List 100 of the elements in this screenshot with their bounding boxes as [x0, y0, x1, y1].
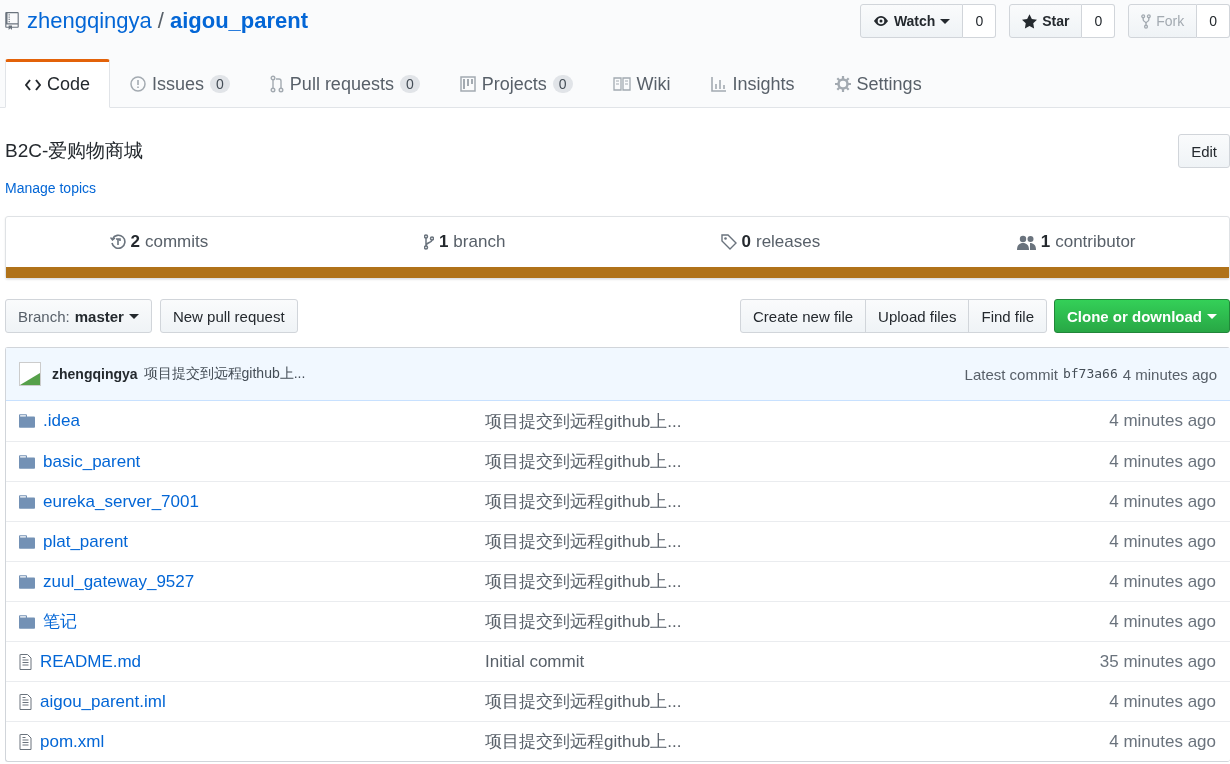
- file-action-button[interactable]: Upload files: [865, 299, 970, 333]
- watch-button[interactable]: Watch: [859, 4, 964, 38]
- owner-link[interactable]: zhengqingya: [27, 8, 152, 34]
- file-name-link[interactable]: plat_parent: [43, 531, 129, 552]
- file-age: 4 minutes ago: [1109, 451, 1216, 472]
- file-row[interactable]: pom.xml 项目提交到远程github上... 4 minutes ago: [6, 721, 1230, 761]
- commit-message-link[interactable]: 项目提交到远程github上...: [485, 730, 1110, 753]
- folder-icon: [19, 454, 35, 469]
- releases-link[interactable]: 0 releases: [617, 217, 924, 267]
- file-age: 4 minutes ago: [1109, 571, 1216, 592]
- commit-message-link[interactable]: 项目提交到远程github上...: [485, 450, 1110, 473]
- commit-message[interactable]: 项目提交到远程github上...: [143, 365, 306, 383]
- commit-message-link[interactable]: 项目提交到远程github上...: [485, 409, 1110, 433]
- path-separator: /: [157, 8, 164, 34]
- people-icon: [1016, 234, 1036, 250]
- commit-message-link[interactable]: 项目提交到远程github上...: [485, 530, 1110, 553]
- watch-count[interactable]: 0: [963, 4, 997, 38]
- file-row[interactable]: zuul_gateway_9527 项目提交到远程github上... 4 minutes ago: [6, 561, 1230, 601]
- contributors-link[interactable]: 1 contributor: [923, 217, 1229, 267]
- file-name-link[interactable]: zuul_gateway_9527: [43, 571, 195, 592]
- file-name-link[interactable]: 笔记: [43, 610, 77, 633]
- folder-icon: [19, 614, 35, 629]
- commit-message-link[interactable]: 项目提交到远程github上...: [485, 690, 1110, 713]
- branch-link[interactable]: 1 branch: [311, 217, 618, 267]
- file-row[interactable]: plat_parent 项目提交到远程github上... 4 minutes ago: [6, 521, 1230, 561]
- insights-tab[interactable]: Insights: [690, 59, 815, 107]
- issue-icon: [130, 76, 147, 92]
- gear-icon: [834, 76, 851, 92]
- branch-icon: [423, 234, 434, 250]
- code-tab[interactable]: Code: [5, 59, 111, 108]
- summary-label: branch: [453, 232, 506, 252]
- new-pull-request-button[interactable]: New pull request: [159, 299, 298, 333]
- branch-select[interactable]: Branch: master: [5, 299, 152, 333]
- file-row[interactable]: 笔记 项目提交到远程github上... 4 minutes ago: [6, 601, 1230, 641]
- summary-count: 1: [438, 232, 449, 252]
- book-icon: [612, 77, 631, 91]
- manage-topics-link[interactable]: Manage topics: [5, 180, 1230, 196]
- file-age: 4 minutes ago: [1109, 691, 1216, 712]
- commits-link[interactable]: 2 commits: [6, 217, 312, 267]
- star-button[interactable]: Star: [1009, 4, 1083, 38]
- folder-icon: [19, 494, 35, 509]
- file-icon: [19, 693, 32, 710]
- file-name-link[interactable]: basic_parent: [43, 451, 141, 472]
- commit-message-link[interactable]: 项目提交到远程github上...: [485, 490, 1110, 513]
- repo-name-link[interactable]: aigou_parent: [169, 8, 309, 34]
- file-age: 4 minutes ago: [1109, 611, 1216, 632]
- tag-icon: [720, 234, 737, 250]
- tab-counter: 0: [399, 75, 420, 93]
- repo-description: B2C-爱购物商城: [5, 139, 144, 163]
- file-name-link[interactable]: README.md: [40, 651, 142, 672]
- wiki-tab[interactable]: Wiki: [592, 59, 691, 107]
- file-row[interactable]: aigou_parent.iml 项目提交到远程github上... 4 minutes ago: [6, 681, 1230, 721]
- file-row[interactable]: README.md Initial commit 35 minutes ago: [6, 641, 1230, 681]
- broken-image-icon: [19, 362, 41, 386]
- summary-label: releases: [755, 232, 821, 252]
- file-age: 4 minutes ago: [1109, 491, 1216, 512]
- pull-request-icon: [269, 75, 284, 93]
- file-name-link[interactable]: aigou_parent.iml: [40, 691, 166, 712]
- board-icon: [459, 76, 476, 92]
- caret-icon: [1207, 313, 1217, 319]
- code-icon: [25, 78, 41, 91]
- projects-tab[interactable]: Projects 0: [439, 59, 593, 107]
- summary-label: commits: [144, 232, 209, 252]
- file-action-button[interactable]: Create new file: [740, 299, 867, 333]
- file-name-link[interactable]: pom.xml: [40, 731, 105, 752]
- file-row[interactable]: basic_parent 项目提交到远程github上... 4 minutes ago: [6, 441, 1230, 481]
- commit-message-link[interactable]: Initial commit: [485, 651, 1100, 672]
- file-age: 4 minutes ago: [1109, 411, 1216, 431]
- file-age: 4 minutes ago: [1109, 531, 1216, 552]
- commit-message-link[interactable]: 项目提交到远程github上...: [485, 570, 1110, 593]
- tab-counter: 0: [552, 75, 573, 93]
- commit-sha[interactable]: bf73a66: [1062, 365, 1118, 383]
- commit-author[interactable]: zhengqingya: [52, 366, 138, 382]
- caret-icon: [940, 18, 951, 24]
- edit-button[interactable]: Edit: [1178, 134, 1230, 168]
- file-age: 4 minutes ago: [1109, 731, 1216, 752]
- eye-icon: [872, 14, 889, 28]
- star-icon: [1022, 13, 1038, 29]
- summary-count: 1: [1040, 232, 1051, 252]
- issues-tab[interactable]: Issues 0: [110, 59, 250, 107]
- pulls-tab[interactable]: Pull requests 0: [249, 59, 440, 107]
- latest-commit-label: Latest commit: [964, 365, 1058, 383]
- file-name-link[interactable]: eureka_server_7001: [43, 491, 199, 512]
- tab-counter: 0: [210, 75, 230, 93]
- settings-tab[interactable]: Settings: [814, 59, 942, 107]
- summary-count: 2: [130, 232, 140, 252]
- commit-message-link[interactable]: 项目提交到远程github上...: [485, 610, 1110, 633]
- file-icon: [19, 733, 32, 750]
- file-action-button[interactable]: Find file: [968, 299, 1047, 333]
- file-row[interactable]: eureka_server_7001 项目提交到远程github上... 4 minutes ago: [6, 481, 1230, 521]
- file-row[interactable]: .idea 项目提交到远程github上... 4 minutes ago: [6, 401, 1230, 441]
- summary-count: 0: [741, 232, 751, 252]
- summary-label: contributor: [1055, 232, 1136, 252]
- fork-icon: [1141, 13, 1152, 29]
- file-name-link[interactable]: .idea: [43, 411, 80, 431]
- commit-time: 4 minutes ago: [1122, 365, 1217, 383]
- file-icon: [19, 653, 32, 670]
- star-count[interactable]: 0: [1082, 4, 1116, 38]
- folder-icon: [19, 534, 35, 549]
- history-icon: [109, 234, 126, 250]
